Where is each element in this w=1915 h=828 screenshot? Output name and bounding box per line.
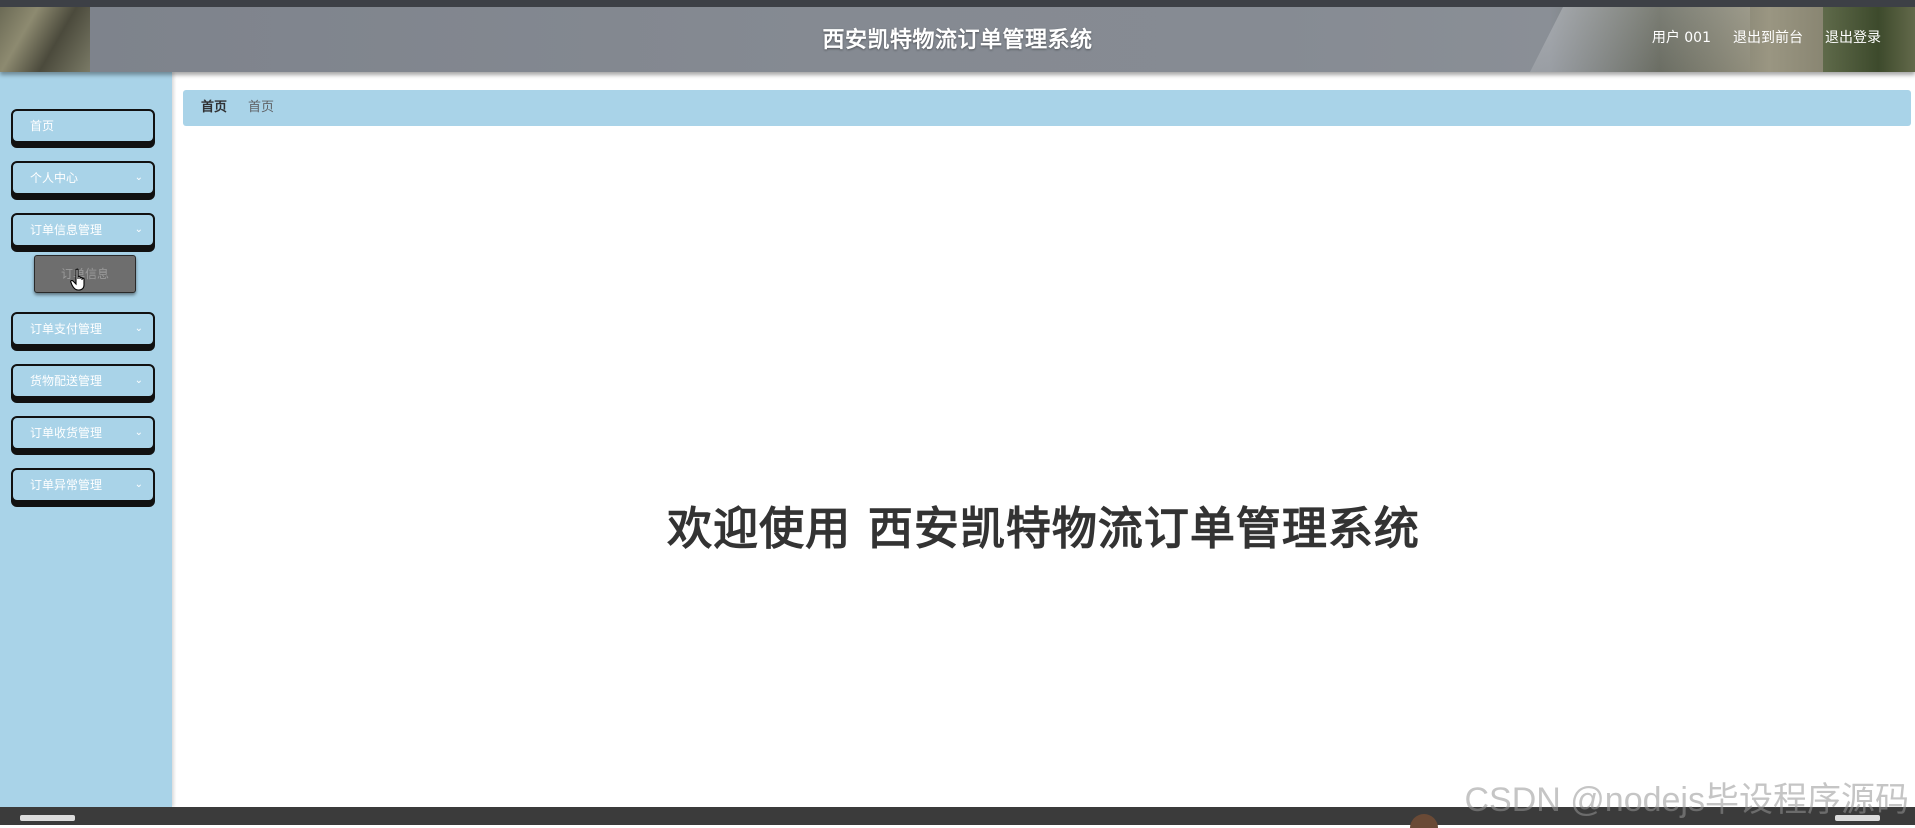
sidebar: 首页 个人中心 ⌄ 订单信息管理 ⌄ 订单支付管理 ⌄ 货物配送管理 ⌄ 订单收… — [0, 72, 172, 807]
chevron-down-icon: ⌄ — [134, 172, 143, 183]
sidebar-item-label: 订单收货管理 — [30, 426, 103, 440]
welcome-heading: 欢迎使用 西安凯特物流订单管理系统 — [667, 502, 1420, 555]
back-to-front-link[interactable]: 退出到前台 — [1733, 27, 1803, 47]
breadcrumb-home[interactable]: 首页 — [201, 90, 227, 126]
sidebar-item-home[interactable]: 首页 — [11, 109, 155, 143]
watermark: CSDN @nodejs毕设程序源码 — [1464, 781, 1910, 819]
bottom-avatar — [1410, 814, 1438, 828]
logout-link[interactable]: 退出登录 — [1825, 27, 1881, 47]
top-nav: 用户 001 退出到前台 退出登录 — [1652, 27, 1881, 47]
sidebar-item-label: 首页 — [30, 119, 55, 133]
breadcrumb-current: 首页 — [248, 100, 275, 115]
sidebar-item-label: 订单信息管理 — [30, 223, 103, 237]
breadcrumb: 首页 首页 — [183, 90, 1911, 126]
sidebar-item-exception[interactable]: 订单异常管理 ⌄ — [11, 468, 155, 502]
sidebar-item-label: 货物配送管理 — [30, 374, 103, 388]
hand-cursor-icon — [70, 268, 85, 291]
chevron-down-icon: ⌄ — [134, 375, 143, 386]
bottom-left-text — [20, 815, 75, 821]
sidebar-item-label: 订单异常管理 — [30, 478, 103, 492]
sidebar-item-receipt[interactable]: 订单收货管理 ⌄ — [11, 416, 155, 450]
sidebar-item-personal-center[interactable]: 个人中心 ⌄ — [11, 161, 155, 195]
chevron-down-icon: ⌄ — [134, 479, 143, 490]
sidebar-item-label: 个人中心 — [30, 171, 79, 185]
sidebar-item-order-payment[interactable]: 订单支付管理 ⌄ — [11, 312, 155, 346]
sidebar-item-order-info[interactable]: 订单信息管理 ⌄ — [11, 213, 155, 247]
chevron-down-icon: ⌄ — [134, 427, 143, 438]
chevron-down-icon: ⌄ — [134, 224, 143, 235]
app-title: 西安凯特物流订单管理系统 — [822, 28, 1093, 53]
sidebar-item-delivery[interactable]: 货物配送管理 ⌄ — [11, 364, 155, 398]
top-header: 西安凯特物流订单管理系统 用户 001 退出到前台 退出登录 — [0, 0, 1915, 72]
user-link[interactable]: 用户 001 — [1652, 27, 1711, 47]
chevron-down-icon: ⌄ — [134, 323, 143, 334]
sidebar-item-label: 订单支付管理 — [30, 322, 103, 336]
